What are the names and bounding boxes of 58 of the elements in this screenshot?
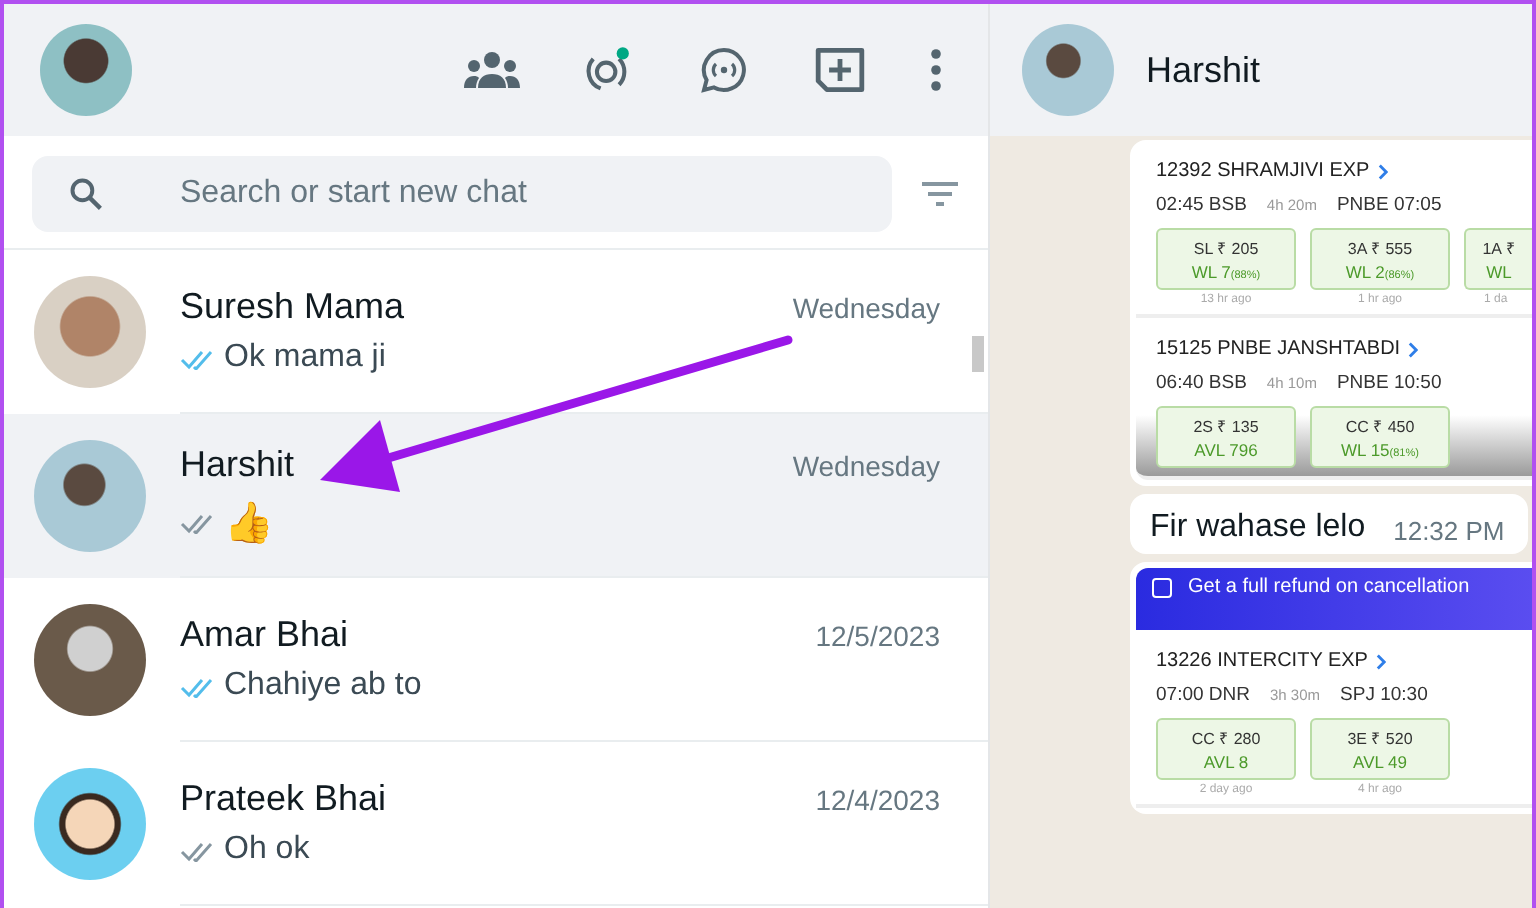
chat-time: 12/4/2023 (815, 784, 940, 816)
banner-text: Get a full refund on cancellation (1188, 576, 1470, 598)
contact-name: Amar Bhai (180, 614, 349, 656)
availability: AVL 49 (1353, 752, 1407, 772)
chat-title[interactable]: Harshit (1146, 49, 1261, 91)
availability: AVL 8 (1203, 752, 1249, 772)
last-message: Ok mama ji (224, 340, 386, 376)
contact-avatar[interactable] (1022, 24, 1114, 116)
contact-name: Harshit (180, 443, 295, 485)
message-text: Fir wahase lelo (1150, 510, 1366, 546)
search-icon (68, 176, 104, 212)
train-name: 13226 INTERCITY EXP (1156, 650, 1368, 672)
chevron-icon (1375, 653, 1386, 669)
chat-bubble-icon[interactable] (696, 46, 752, 94)
arrival-time: PNBE 10:50 (1336, 372, 1442, 394)
menu-icon[interactable] (928, 48, 944, 92)
fare: 2S ₹ 135 (1193, 416, 1259, 436)
availability: AVL 796 (1194, 440, 1258, 460)
fare-box[interactable]: 2S ₹ 135 AVL 796 (1156, 406, 1296, 468)
chevron-icon (1408, 341, 1419, 357)
contact-name: Suresh Mama (180, 286, 405, 328)
fare: SL ₹ 205 (1193, 238, 1259, 258)
train-name: 12392 SHRAMJIVI EXP (1156, 160, 1370, 182)
chat-item[interactable]: Harshit Wednesday 👍 (4, 414, 988, 578)
departure-time: 06:40 BSB (1156, 372, 1247, 394)
new-chat-icon[interactable] (812, 46, 868, 94)
scrollbar[interactable] (972, 336, 984, 372)
fare: CC ₹ 280 (1191, 728, 1261, 748)
arrival-time: PNBE 07:05 (1336, 194, 1442, 216)
checkbox[interactable] (1152, 577, 1172, 597)
profile-avatar[interactable] (40, 24, 132, 116)
departure-time: 07:00 DNR (1156, 684, 1250, 706)
fare: CC ₹ 450 (1345, 416, 1415, 436)
last-message: Chahiye ab to (224, 668, 422, 704)
message-time: 12:32 PM (1393, 516, 1505, 546)
filter-icon[interactable] (920, 180, 960, 208)
chevron-icon (1377, 163, 1388, 179)
contact-name: Prateek Bhai (180, 778, 387, 820)
chat-item[interactable]: Prateek Bhai 12/4/2023 Oh ok (4, 742, 988, 906)
train-name: 15125 PNBE JANSHTABDI (1156, 338, 1401, 360)
image-message[interactable] (1130, 140, 1532, 486)
arrival-time: SPJ 10:30 (1340, 684, 1428, 706)
fare-box[interactable]: CC ₹ 280 AVL 8 (1156, 718, 1296, 780)
fare: 1A ₹ (1482, 238, 1516, 258)
communities-icon[interactable] (464, 46, 520, 94)
chat-time: 12/5/2023 (815, 620, 940, 652)
fare-box[interactable]: 1A ₹ WL (1464, 228, 1532, 290)
last-message: Oh ok (224, 832, 310, 868)
chat-item[interactable]: Amar Bhai 12/5/2023 Chahiye ab to (4, 578, 988, 742)
chat-time: Wednesday (792, 449, 940, 481)
search-field[interactable]: Search or start new chat (32, 156, 892, 232)
fare: 3E ₹ 520 (1347, 728, 1413, 748)
fare: 3A ₹ 555 (1347, 238, 1413, 258)
fare-box[interactable]: 3E ₹ 520 AVL 49 (1310, 718, 1450, 780)
departure-time: 02:45 BSB (1156, 194, 1247, 216)
chat-time: Wednesday (792, 292, 940, 324)
availability: WL (1486, 262, 1512, 282)
last-message: 👍 (224, 499, 274, 547)
